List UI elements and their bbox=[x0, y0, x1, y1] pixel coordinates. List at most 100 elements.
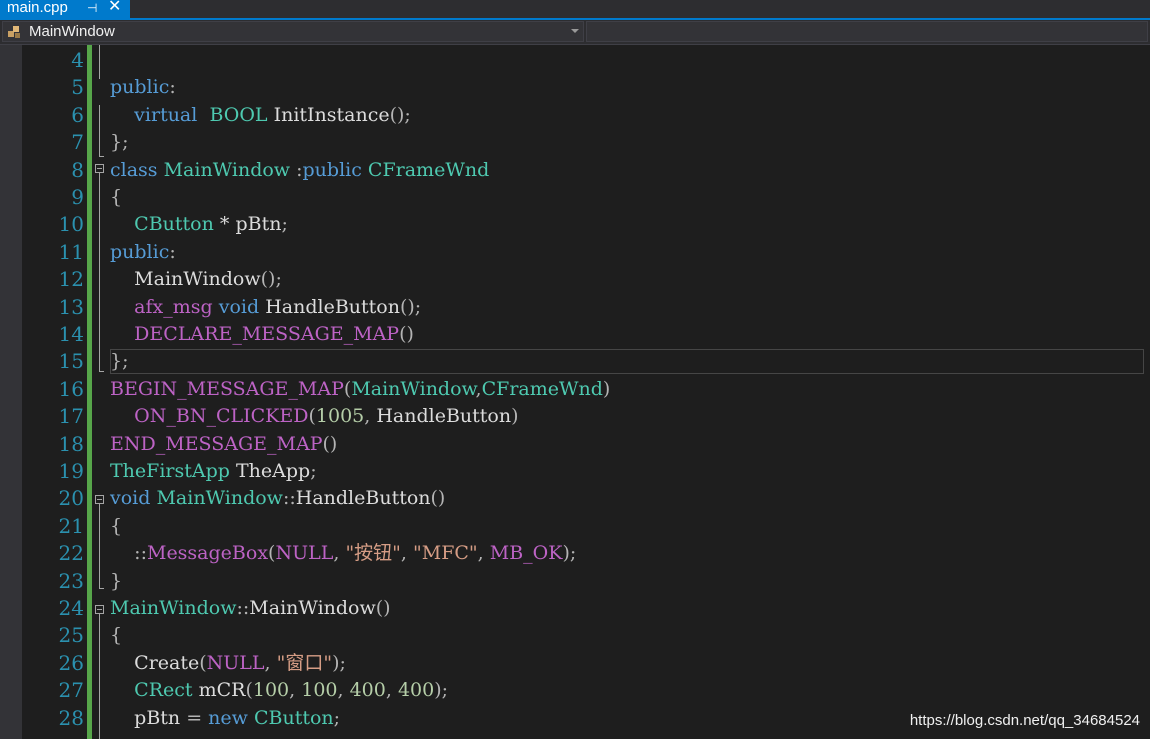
code-token: () bbox=[322, 432, 338, 455]
close-icon[interactable]: ✕ bbox=[108, 0, 121, 15]
code-token: (); bbox=[399, 295, 422, 318]
line-number: 23 bbox=[58, 568, 84, 593]
code-line: ::MessageBox(NULL, "按钮", "MFC", MB_OK); bbox=[110, 540, 576, 567]
code-token: ( bbox=[308, 405, 316, 428]
code-line: { bbox=[110, 622, 122, 649]
code-token: () bbox=[375, 597, 391, 619]
code-token: { bbox=[110, 514, 123, 537]
code-area[interactable]: public: virtual BOOL InitInstance();}; cl… bbox=[94, 45, 1144, 739]
code-token: HandleButton bbox=[295, 487, 431, 510]
code-token: ); bbox=[332, 651, 346, 674]
code-token: ( bbox=[199, 651, 207, 674]
line-number: 10 bbox=[58, 212, 84, 237]
tab-label: main.cpp bbox=[7, 0, 68, 16]
code-token: ; bbox=[310, 460, 317, 482]
code-line: CButton * pBtn; bbox=[110, 211, 288, 238]
code-token: * pBtn bbox=[213, 213, 282, 236]
fold-guide bbox=[99, 105, 100, 157]
code-token: NULL bbox=[275, 542, 334, 565]
chevron-down-icon[interactable] bbox=[571, 29, 579, 33]
code-token: CButton bbox=[253, 706, 334, 729]
code-line: BEGIN_MESSAGE_MAP(MainWindow,CFrameWnd) bbox=[110, 376, 610, 403]
code-token: NULL bbox=[206, 651, 265, 674]
code-token: void bbox=[218, 295, 260, 318]
code-line: DECLARE_MESSAGE_MAP() bbox=[110, 321, 414, 348]
code-token: TheApp bbox=[229, 460, 311, 482]
code-token: ) bbox=[602, 377, 611, 400]
code-token: (); bbox=[260, 268, 282, 291]
line-number: 4 bbox=[71, 48, 84, 72]
code-token: () bbox=[430, 487, 446, 510]
line-number: 26 bbox=[58, 650, 84, 675]
vertical-scrollbar[interactable] bbox=[1146, 45, 1150, 739]
code-token: ; bbox=[281, 213, 288, 236]
fold-guide bbox=[99, 614, 100, 739]
indicator-margin bbox=[0, 45, 22, 739]
code-token: : bbox=[169, 240, 176, 263]
line-number: 13 bbox=[58, 294, 84, 319]
line-number: 18 bbox=[58, 431, 84, 456]
code-token: ; bbox=[333, 706, 341, 729]
code-token: MessageBox bbox=[146, 542, 269, 565]
line-number: 22 bbox=[58, 541, 84, 566]
code-token: 100 bbox=[252, 679, 290, 702]
code-line: }; bbox=[110, 129, 129, 156]
code-token: "按钮" bbox=[345, 542, 401, 565]
code-token: BEGIN_MESSAGE_MAP bbox=[110, 377, 344, 400]
fold-guide-end bbox=[99, 371, 104, 372]
code-token: public bbox=[110, 76, 170, 99]
collapse-icon[interactable] bbox=[95, 495, 104, 504]
code-line: virtual BOOL InitInstance(); bbox=[110, 102, 411, 129]
code-token: TheFirstApp bbox=[110, 460, 230, 482]
fold-guide-end bbox=[99, 588, 104, 589]
code-line: afx_msg void HandleButton(); bbox=[110, 294, 421, 321]
code-token: public bbox=[110, 240, 170, 263]
code-token: mCR bbox=[192, 679, 246, 702]
pin-icon[interactable]: ⊣ bbox=[87, 0, 97, 17]
code-token: ( bbox=[245, 679, 253, 702]
code-line: } bbox=[110, 568, 122, 595]
code-token: : bbox=[169, 76, 176, 99]
collapse-icon[interactable] bbox=[95, 164, 104, 173]
code-line: class MainWindow :public CFrameWnd bbox=[110, 157, 489, 184]
code-line: pBtn = new CButton; bbox=[110, 705, 340, 732]
code-token: InitInstance bbox=[267, 103, 390, 126]
code-token: BOOL bbox=[209, 103, 268, 126]
tab-strip: main.cpp ⊣ ✕ bbox=[0, 0, 1150, 18]
code-line: { bbox=[110, 513, 122, 540]
fold-guide bbox=[99, 504, 100, 589]
line-number: 21 bbox=[58, 513, 84, 538]
current-line-highlight bbox=[110, 349, 1144, 374]
line-number: 14 bbox=[58, 322, 84, 346]
code-token: ON_BN_CLICKED bbox=[134, 405, 309, 428]
member-dropdown[interactable] bbox=[586, 21, 1148, 42]
code-token: MainWindow bbox=[249, 597, 376, 619]
line-number: 20 bbox=[58, 486, 84, 511]
fold-guide bbox=[99, 45, 100, 79]
line-number: 9 bbox=[71, 185, 84, 209]
line-number: 27 bbox=[58, 678, 84, 703]
code-token: MainWindow bbox=[351, 377, 476, 400]
line-number: 24 bbox=[58, 596, 84, 620]
code-token: pBtn bbox=[110, 706, 187, 729]
code-token: 100 bbox=[301, 679, 338, 702]
code-token: new bbox=[208, 706, 248, 729]
line-number: 15 bbox=[58, 349, 84, 374]
tab-main-cpp[interactable]: main.cpp ⊣ ✕ bbox=[0, 0, 130, 18]
code-token: MainWindow bbox=[163, 158, 291, 181]
code-editor[interactable]: 4 5 6 7 8 9 10 11 12 13 14 15 16 17 18 19 20 21 22 23 24 25 26… bbox=[0, 45, 1150, 739]
collapse-icon[interactable] bbox=[95, 605, 104, 614]
code-token: END_MESSAGE_MAP bbox=[110, 432, 323, 455]
code-token: MainWindow bbox=[110, 597, 237, 619]
change-tracking-bar bbox=[87, 45, 92, 739]
code-token: afx_msg bbox=[134, 295, 213, 318]
code-line: public: bbox=[110, 239, 176, 266]
scope-dropdown[interactable]: MainWindow bbox=[2, 21, 584, 42]
code-line: public: bbox=[110, 74, 176, 101]
